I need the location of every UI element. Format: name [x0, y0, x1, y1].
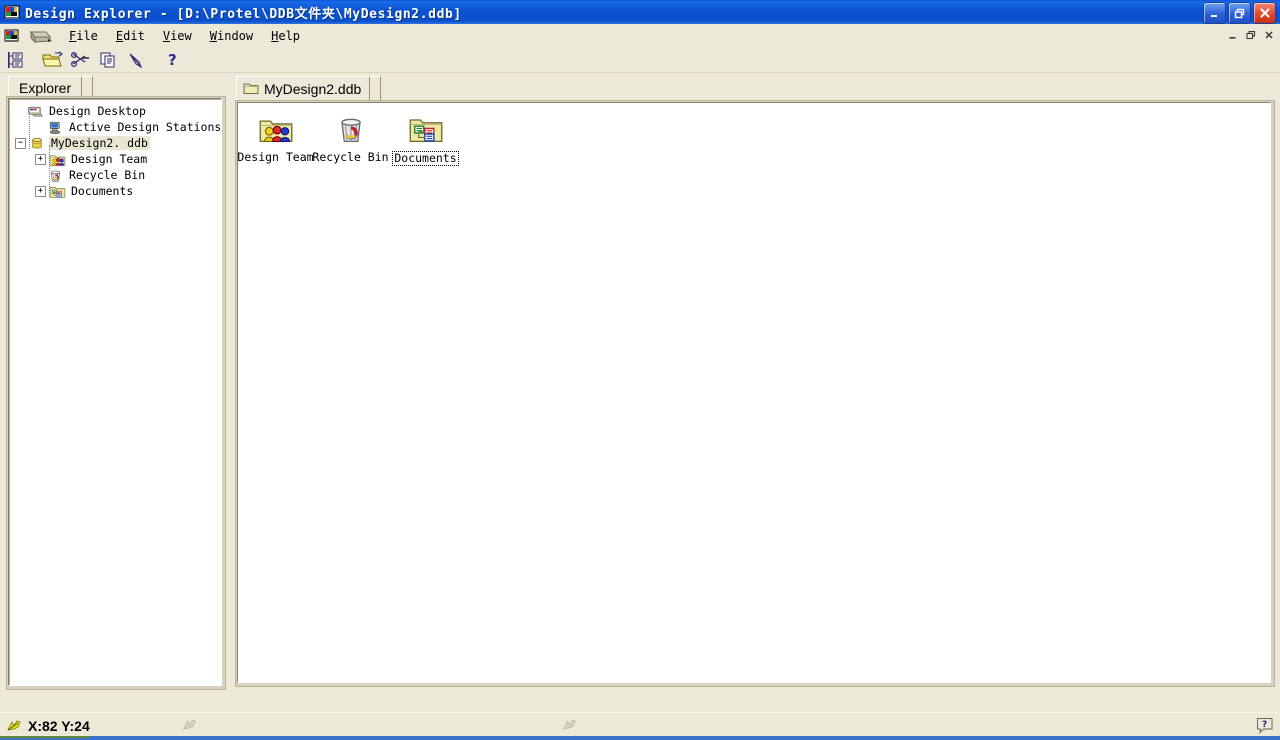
- expand-plus-icon[interactable]: +: [35, 153, 46, 165]
- menu-window[interactable]: Window: [201, 27, 262, 45]
- main-toolbar: ?: [0, 47, 1280, 73]
- window-controls: [1203, 2, 1276, 24]
- menu-file[interactable]: File: [60, 27, 107, 45]
- explorer-tree[interactable]: Design Desktop Active Design Stations − M…: [8, 98, 222, 686]
- paste-icon[interactable]: [124, 49, 148, 71]
- document-panel: MyDesign2.ddb Design Team Recycle Bin Do…: [232, 76, 1278, 710]
- explorer-tab-spacer: [82, 76, 94, 98]
- expand-plus-icon[interactable]: +: [35, 185, 46, 197]
- mdi-window-controls: [1225, 27, 1277, 42]
- tree-item-label: Design Desktop: [49, 104, 146, 118]
- file-icon-design-team[interactable]: Design Team: [237, 107, 314, 166]
- taskbar-strip: [0, 736, 1280, 740]
- taskbar-accent: [0, 736, 90, 738]
- tree-item-active-design-stations[interactable]: Active Design Stations: [9, 119, 222, 135]
- tree-item-recycle-bin[interactable]: Recycle Bin: [9, 167, 221, 183]
- copy-icon[interactable]: [96, 49, 120, 71]
- file-icon-label: Recycle Bin: [312, 150, 389, 164]
- status-coordinates: X:82 Y:24: [6, 718, 90, 734]
- status-coords-text: X:82 Y:24: [28, 718, 90, 734]
- tree-expander-placeholder: [35, 171, 44, 180]
- design-explorer-small-icon[interactable]: [4, 28, 20, 44]
- file-icon-label: Documents: [392, 151, 459, 166]
- mdi-minimize-button[interactable]: [1225, 27, 1241, 42]
- document-tab-label: MyDesign2.ddb: [264, 80, 362, 97]
- tree-item-label: Documents: [71, 184, 134, 198]
- status-glyph-2: [562, 718, 578, 732]
- help-question-icon[interactable]: ?: [1256, 717, 1274, 734]
- tree-item-design-team[interactable]: + Design Team: [9, 151, 221, 167]
- tree-item-label: Design Team: [71, 152, 148, 166]
- svg-text:?: ?: [1262, 720, 1267, 730]
- cut-scissors-icon[interactable]: [68, 49, 92, 71]
- tree-expander-placeholder: [35, 123, 44, 132]
- tree-item-label: MyDesign2. ddb: [49, 136, 150, 150]
- tree-item-label: Recycle Bin: [69, 168, 146, 182]
- design-station-icon: [47, 120, 64, 135]
- file-icon-recycle-bin[interactable]: Recycle Bin: [312, 107, 389, 166]
- explorer-tab-label: Explorer: [19, 79, 72, 96]
- document-tab-row: MyDesign2.ddb: [236, 76, 382, 100]
- design-team-icon: [49, 152, 66, 167]
- recycle-bin-icon: [333, 113, 369, 147]
- maximize-restore-button[interactable]: [1228, 2, 1251, 24]
- menu-help[interactable]: Help: [262, 27, 309, 45]
- folder-icon-grid: Design Team Recycle Bin Documents: [238, 107, 463, 166]
- tree-item-design-desktop[interactable]: Design Desktop: [9, 103, 221, 119]
- documents-folder-icon: [408, 113, 444, 147]
- documents-folder-icon: [49, 184, 66, 199]
- minimize-button[interactable]: [1203, 2, 1226, 24]
- folder-icon: [243, 82, 259, 95]
- design-explorer-icon: [4, 4, 20, 20]
- title-bar: Design Explorer - [D:\Protel\DDB文件夹\MyDe…: [0, 0, 1280, 24]
- file-icon-label: Design Team: [237, 150, 314, 164]
- open-folder-icon[interactable]: [40, 49, 64, 71]
- design-team-icon: [258, 113, 294, 147]
- tab-explorer[interactable]: Explorer: [8, 76, 83, 98]
- explorer-panel: Explorer Design Desktop Active Design St…: [2, 76, 228, 709]
- window-title: Design Explorer - [D:\Protel\DDB文件夹\MyDe…: [25, 6, 462, 22]
- tree-item-mydesign2-ddb[interactable]: − MyDesign2. ddb: [9, 135, 221, 151]
- mdi-close-button[interactable]: [1261, 27, 1277, 42]
- tree-expander-placeholder: [15, 107, 24, 116]
- document-client-area[interactable]: Design Team Recycle Bin Documents: [237, 102, 1271, 683]
- menu-bar: File Edit View Window Help: [0, 24, 1280, 48]
- status-glyph-1: [182, 718, 198, 732]
- crosshair-cursor-icon: [6, 719, 22, 733]
- tree-item-documents[interactable]: + Documents: [9, 183, 221, 199]
- mdi-restore-button[interactable]: [1243, 27, 1259, 42]
- explorer-tab-row: Explorer: [8, 76, 94, 98]
- ddb-database-icon: [29, 136, 46, 151]
- status-bar: X:82 Y:24 ?: [0, 712, 1280, 739]
- tree-item-label: Active Design Stations: [69, 120, 222, 134]
- menu-view[interactable]: View: [154, 27, 201, 45]
- close-button[interactable]: [1253, 2, 1276, 24]
- document-window-icon[interactable]: [28, 28, 54, 44]
- menu-edit[interactable]: Edit: [107, 27, 154, 45]
- tab-mydesign2-ddb[interactable]: MyDesign2.ddb: [236, 76, 371, 100]
- svg-text:?: ?: [168, 51, 177, 69]
- document-tab-spacer: [370, 76, 382, 100]
- design-manager-icon[interactable]: [4, 49, 28, 71]
- collapse-minus-icon[interactable]: −: [15, 137, 26, 149]
- file-icon-documents[interactable]: Documents: [388, 107, 463, 166]
- help-question-icon[interactable]: ?: [160, 49, 184, 71]
